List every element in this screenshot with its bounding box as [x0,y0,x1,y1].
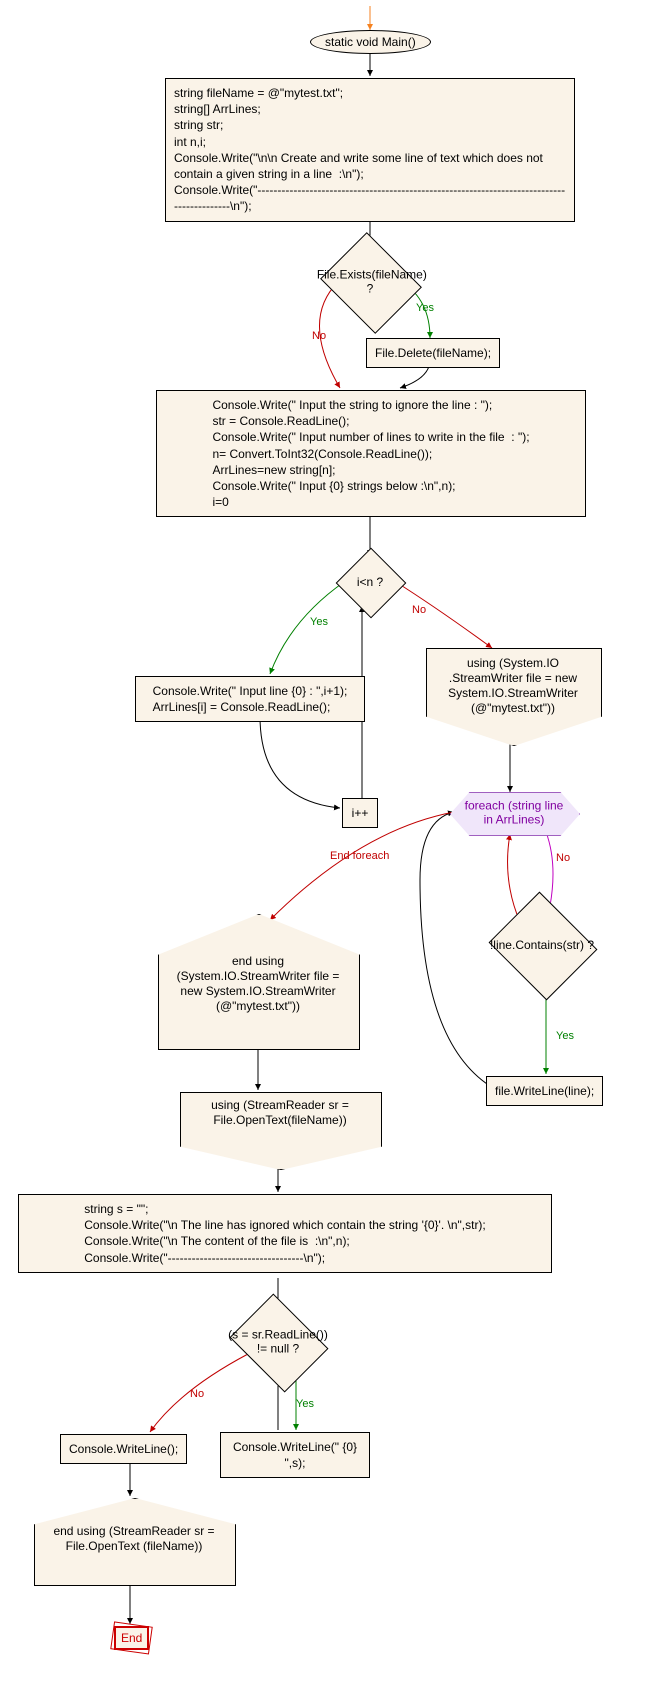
process-writeline: file.WriteLine(line); [486,1076,603,1106]
process-write-blank-text: Console.WriteLine(); [69,1441,178,1457]
decision-file-exists-label: File.Exists(fileName) ? [317,268,423,297]
process-write-s-text: Console.WriteLine(" {0} ",s); [229,1439,361,1471]
end-marker: End [114,1626,149,1650]
label-no-2: No [412,604,426,616]
end-using-reader: end using (StreamReader sr = File.OpenTe… [34,1498,234,1584]
process-read-line-text: Console.Write(" Input line {0} : ",i+1);… [153,683,348,715]
decision-i-lt-n: i<n ? [346,558,394,606]
process-init-text: string fileName = @"mytest.txt"; string[… [174,85,566,215]
process-increment: i++ [342,798,378,828]
process-inputs-text: Console.Write(" Input the string to igno… [212,397,529,510]
using-reader-text: using (StreamReader sr = File.OpenText(f… [190,1098,370,1128]
process-file-delete: File.Delete(fileName); [366,338,500,368]
using-writer-text: using (System.IO .StreamWriter file = ne… [435,656,592,716]
label-end-foreach: End foreach [330,850,389,862]
label-yes-3: Yes [556,1030,574,1042]
foreach-lines-text: foreach (string line in ArrLines) [463,799,565,828]
process-write-blank: Console.WriteLine(); [60,1434,187,1464]
process-writeline-text: file.WriteLine(line); [495,1083,594,1099]
using-writer: using (System.IO .StreamWriter file = ne… [426,648,600,744]
label-no-foreach: No [556,852,570,864]
decision-contains-label: !line.Contains(str) ? [486,938,598,952]
decision-readloop-label: (s = sr.ReadLine()) != null ? [225,1328,331,1357]
process-header: string s = ""; Console.Write("\n The lin… [18,1194,552,1273]
end-using-reader-text: end using (StreamReader sr = File.OpenTe… [44,1524,224,1554]
terminator-main: static void Main() [310,30,431,54]
process-read-line: Console.Write(" Input line {0} : ",i+1);… [135,676,365,722]
decision-i-lt-n-label: i<n ? [336,575,403,589]
process-file-delete-text: File.Delete(fileName); [375,345,491,361]
process-write-s: Console.WriteLine(" {0} ",s); [220,1432,370,1478]
terminator-main-label: static void Main() [325,35,416,49]
process-increment-text: i++ [352,805,369,821]
using-reader: using (StreamReader sr = File.OpenText(f… [180,1092,380,1168]
end-marker-label: End [121,1631,142,1645]
label-yes-2: Yes [310,616,328,628]
decision-readloop: (s = sr.ReadLine()) != null ? [240,1312,316,1372]
label-no: No [312,330,326,342]
process-init: string fileName = @"mytest.txt"; string[… [165,78,575,222]
label-yes: Yes [416,302,434,314]
label-yes-4: Yes [296,1398,314,1410]
foreach-lines: foreach (string line in ArrLines) [450,792,578,834]
process-inputs: Console.Write(" Input the string to igno… [156,390,586,517]
end-using-writer: end using (System.IO.StreamWriter file =… [158,914,358,1048]
process-header-text: string s = ""; Console.Write("\n The lin… [84,1201,486,1266]
decision-contains: !line.Contains(str) ? [502,910,582,980]
label-no-4: No [190,1388,204,1400]
end-using-writer-text: end using (System.IO.StreamWriter file =… [168,954,348,1014]
decision-file-exists: File.Exists(fileName) ? [332,250,408,314]
